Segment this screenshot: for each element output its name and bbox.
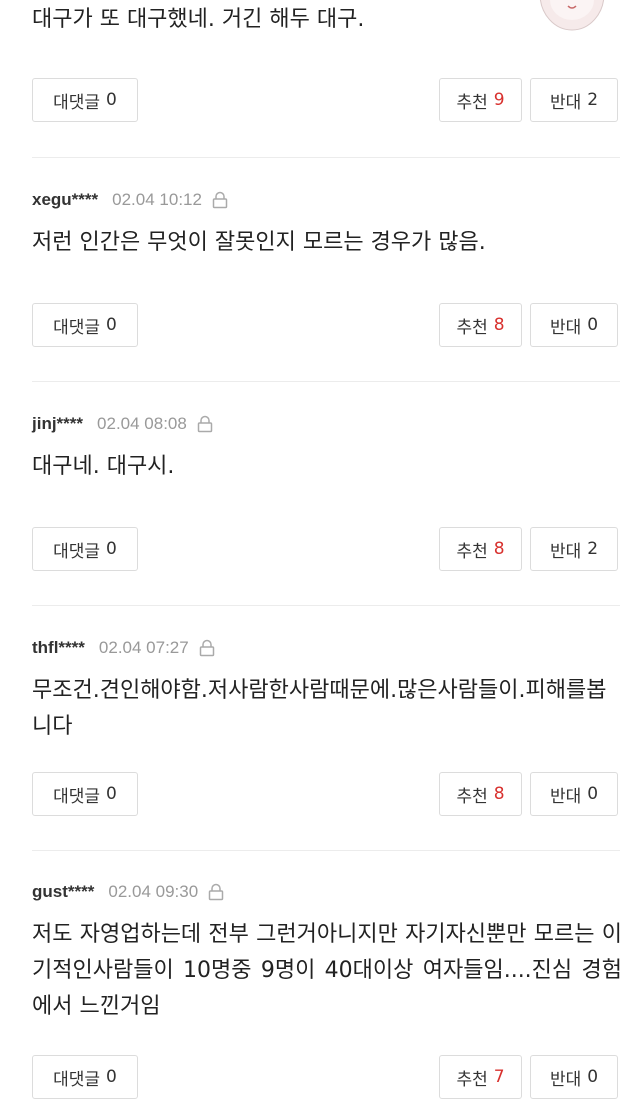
oppose-count: 0 [587,315,599,335]
comment-username[interactable]: xegu**** [32,190,98,210]
recommend-count: 9 [493,90,505,110]
comment-username[interactable]: thfl**** [32,638,85,658]
oppose-count: 0 [587,1067,599,1087]
reply-button[interactable]: 대댓글 0 [32,78,138,122]
reply-count: 0 [106,315,117,335]
comment-date: 02.04 07:27 [98,638,189,657]
comment-text: 대구가 또 대구했네. 거긴 해두 대구. [32,7,365,32]
recommend-label: 추천 [456,1069,488,1090]
comment-text: 대구네. 대구시. [32,454,175,479]
reply-label: 대댓글 [53,786,101,807]
comment-date: 02.04 08:08 [97,414,187,433]
comment-username[interactable]: jinj**** [32,414,83,434]
oppose-label: 반대 [549,317,582,338]
recommend-button[interactable]: 추천 8 [439,527,522,571]
reply-button[interactable]: 대댓글 0 [32,303,138,347]
oppose-count: 2 [587,90,599,110]
comment-meta: xegu**** 02.04 10:12 [32,188,228,212]
comment-meta: gust**** 02.04 09:30 [32,880,224,904]
recommend-button[interactable]: 추천 8 [439,772,522,816]
reply-label: 대댓글 [53,1069,101,1090]
reply-button[interactable]: 대댓글 0 [32,527,138,571]
recommend-count: 8 [493,784,505,804]
oppose-label: 반대 [549,786,582,807]
oppose-label: 반대 [549,1069,582,1090]
reply-label: 대댓글 [53,92,101,113]
recommend-label: 추천 [456,786,488,807]
reply-count: 0 [106,539,117,559]
oppose-button[interactable]: 반대 0 [530,303,618,347]
reply-label: 대댓글 [53,317,101,338]
comment-text: 무조건.견인해야함.저사람한사람때문에.많은사람들이.피해를봅니다 [32,678,607,739]
comment-meta: thfl**** 02.04 07:27 [32,636,215,660]
oppose-button[interactable]: 반대 0 [530,772,618,816]
comment-username[interactable]: gust**** [32,882,94,902]
recommend-button[interactable]: 추천 7 [439,1055,522,1099]
reply-button[interactable]: 대댓글 0 [32,1055,138,1099]
oppose-label: 반대 [549,541,582,562]
lock-icon [212,191,228,209]
divider [32,850,620,851]
comment-text: 저도 자영업하는데 전부 그런거아니지만 자기자신뿐만 모르는 이기적인사람들이… [32,922,622,1019]
oppose-button[interactable]: 반대 2 [530,527,618,571]
reply-label: 대댓글 [53,541,101,562]
recommend-button[interactable]: 추천 8 [439,303,522,347]
divider [32,605,620,606]
reply-count: 0 [106,90,117,110]
recommend-count: 8 [493,315,505,335]
recommend-button[interactable]: 추천 9 [439,78,522,122]
recommend-label: 추천 [456,317,488,338]
lock-icon [197,415,213,433]
reply-count: 0 [106,1067,117,1087]
divider [32,157,620,158]
oppose-label: 반대 [549,92,582,113]
reply-button[interactable]: 대댓글 0 [32,772,138,816]
divider [32,381,620,382]
recommend-count: 7 [493,1067,505,1087]
comment-meta: jinj**** 02.04 08:08 [32,412,213,436]
oppose-count: 2 [587,539,599,559]
comment-date: 02.04 10:12 [112,190,202,209]
recommend-label: 추천 [456,92,488,113]
oppose-button[interactable]: 반대 2 [530,78,618,122]
reply-count: 0 [106,784,117,804]
recommend-count: 8 [493,539,505,559]
oppose-button[interactable]: 반대 0 [530,1055,618,1099]
comment-date: 02.04 09:30 [108,882,199,901]
lock-icon [199,639,215,657]
recommend-label: 추천 [456,541,488,562]
comment-text: 저런 인간은 무엇이 잘못인지 모르는 경우가 많음. [32,230,486,255]
lock-icon [208,883,224,901]
oppose-count: 0 [587,784,599,804]
